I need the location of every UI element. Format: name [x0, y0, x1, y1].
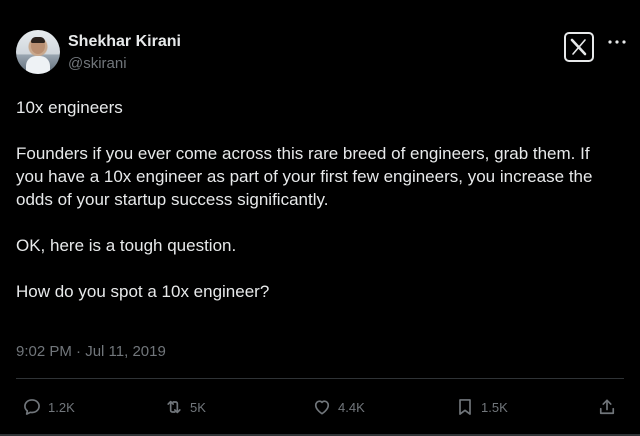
tweet-timestamp[interactable]: 9:02 PM · Jul 11, 2019	[16, 343, 166, 360]
retweet-button[interactable]: 5K	[164, 397, 206, 417]
retweet-count: 5K	[190, 399, 206, 415]
tweet-card: Shekhar Kirani @skirani 10x engineers Fo…	[0, 0, 640, 436]
heart-icon	[314, 400, 330, 415]
x-logo-icon[interactable]	[564, 32, 594, 62]
bookmark-button[interactable]: 1.5K	[455, 397, 508, 417]
more-options-dots	[608, 40, 626, 44]
bookmark-count: 1.5K	[481, 399, 508, 415]
tweet-paragraph: 10x engineers	[16, 98, 123, 117]
tweet-paragraph: How do you spot a 10x engineer?	[16, 282, 270, 301]
more-options-icon[interactable]	[606, 34, 628, 44]
avatar-hair	[31, 37, 45, 43]
like-button[interactable]: 4.4K	[312, 397, 365, 417]
x-logo-glyph	[570, 38, 587, 56]
avatar-shirt	[26, 56, 50, 74]
share-button[interactable]	[597, 397, 617, 417]
divider	[16, 378, 624, 379]
tweet-paragraph: OK, here is a tough question.	[16, 236, 237, 255]
reply-count: 1.2K	[48, 399, 75, 415]
reply-button[interactable]: 1.2K	[22, 397, 75, 417]
avatar[interactable]	[16, 30, 60, 74]
retweet-icon	[167, 400, 181, 414]
bookmark-icon	[459, 399, 471, 415]
tweet-text: 10x engineers Founders if you ever come …	[16, 96, 616, 303]
share-icon	[599, 399, 615, 415]
reply-icon	[24, 399, 40, 415]
like-count: 4.4K	[338, 399, 365, 415]
author-handle[interactable]: @skirani	[68, 55, 127, 72]
tweet-paragraph: Founders if you ever come across this ra…	[16, 144, 593, 209]
author-name[interactable]: Shekhar Kirani	[68, 33, 181, 51]
